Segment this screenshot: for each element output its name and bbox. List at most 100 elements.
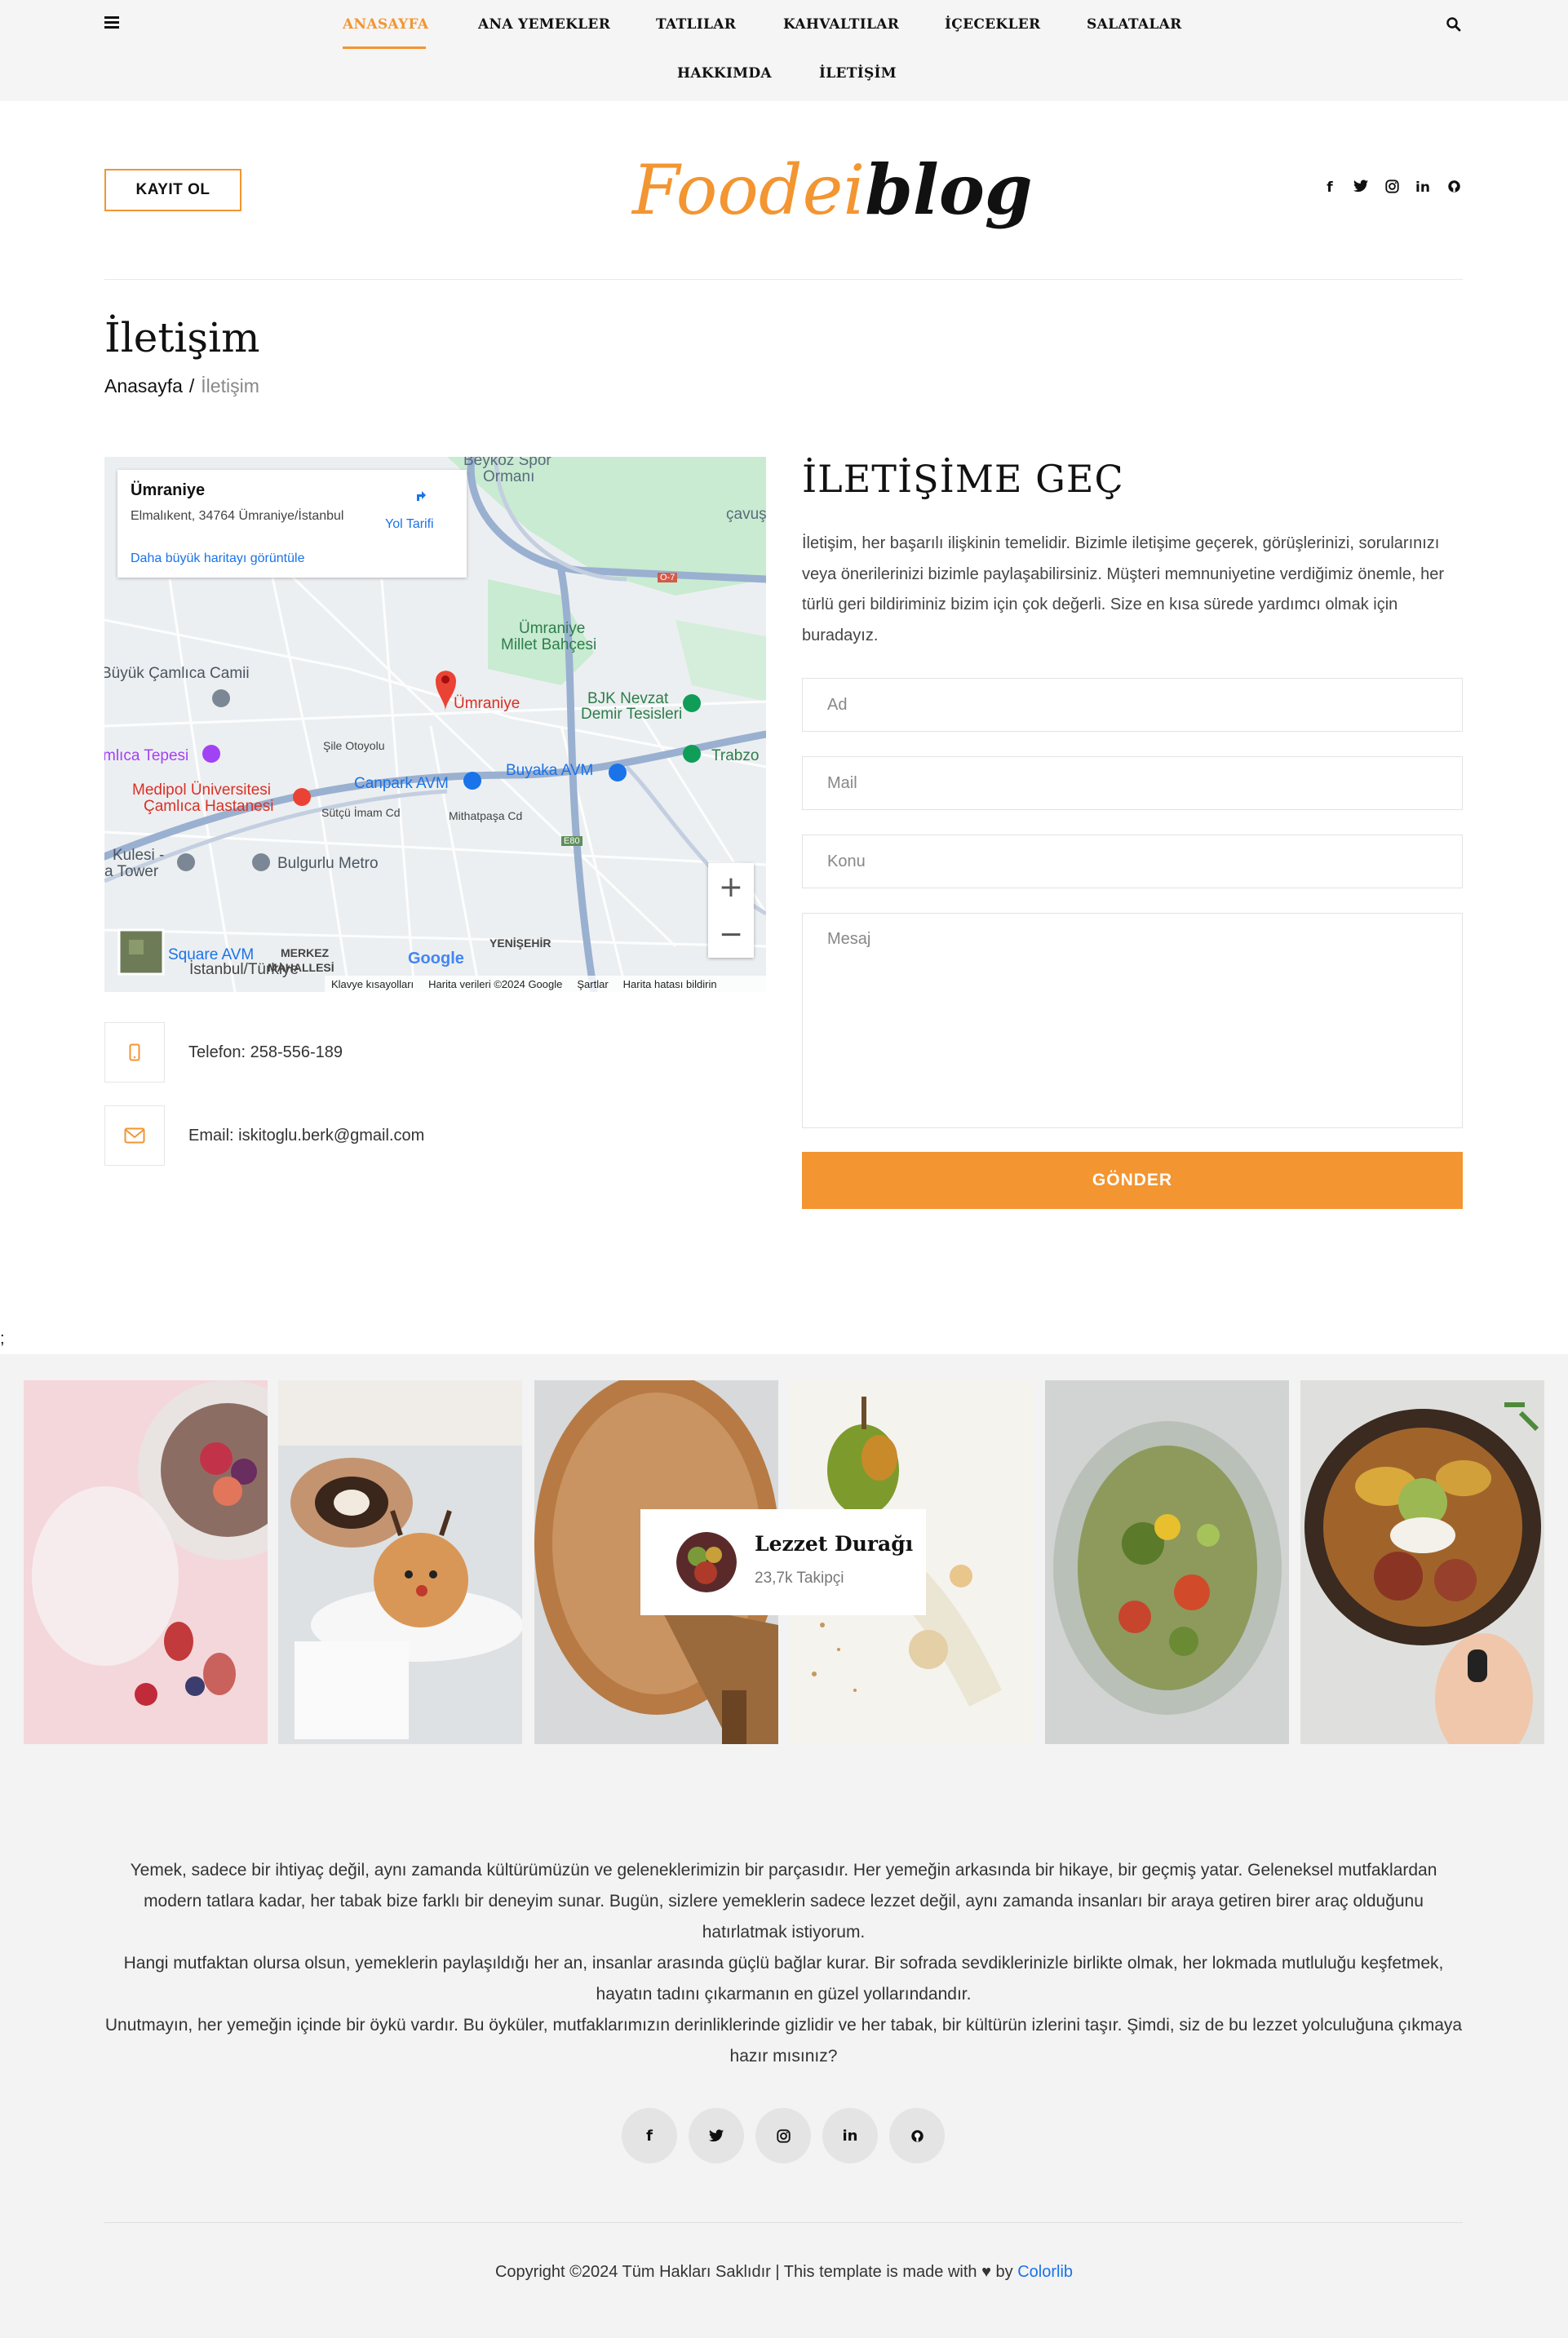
instagram-follow-card[interactable]: Lezzet Durağı 23,7k Takipçi [640,1509,926,1615]
hamburger-icon[interactable] [104,16,119,29]
logo-part-blog: blog [865,149,1033,230]
facebook-icon[interactable]: f [1322,179,1338,197]
instagram-photo-6[interactable] [1300,1380,1544,1744]
terms-link[interactable]: Şartlar [577,978,608,990]
map-label-medipol2: Çamlıca Hastanesi [144,798,274,815]
contact-email: Email: iskitoglu.berk@gmail.com [188,1127,425,1145]
phone-icon-box [104,1022,165,1083]
map-label-cavus: çavuş [726,506,766,523]
instagram-icon[interactable] [1384,179,1400,197]
name-field[interactable]: Ad [802,678,1463,732]
map-label-merkez1: MERKEZ [281,946,330,959]
copyright-by: by [990,2263,1018,2281]
map-label-bjk2: Demir Tesisleri [581,706,683,723]
submit-button[interactable]: GÖNDER [802,1152,1463,1209]
site-logo[interactable]: Foodeiblog [632,145,1033,235]
nav-item-kahvaltilar[interactable]: KAHVALTILAR [783,16,899,33]
footer-about-text: Yemek, sadece bir ihtiyaç değil, aynı za… [104,1855,1463,2072]
map-label-millet1: Ümraniye [519,620,586,637]
map-label-merkez2: MAHALLESİ [268,961,334,974]
twitter-icon[interactable] [689,2108,744,2163]
contact-form-title: İLETİŞİME GEÇ [802,457,1124,501]
colorlib-link[interactable]: Colorlib [1017,2263,1073,2281]
nav-item-salatalar[interactable]: SALATALAR [1087,16,1182,33]
nav-item-anasayfa[interactable]: ANASAYFA [343,16,428,33]
contact-phone: Telefon: 258-556-189 [188,1043,343,1061]
register-button[interactable]: KAYIT OL [104,169,241,211]
zoom-in-button[interactable]: + [708,863,754,910]
directions-icon[interactable] [407,483,432,507]
search-icon[interactable] [1446,16,1462,33]
breadcrumb-current: İletişim [201,375,259,396]
map-label-millet2: Millet Bahçesi [501,636,597,653]
instagram-photo-5[interactable] [1045,1380,1289,1744]
active-nav-underline [343,46,426,49]
mail-field[interactable]: Mail [802,756,1463,810]
footer-paragraph-3: Unutmayın, her yemeğin içinde bir öykü v… [104,2016,1463,2066]
map-pin-label: Ümraniye [454,695,520,712]
larger-map-link[interactable]: Daha büyük haritayı görüntüle [131,551,304,566]
copyright: Copyright ©2024 Tüm Hakları Saklıdır | T… [0,2263,1568,2282]
map-zoom-controls: + − [708,863,754,958]
map-label-trabzon: Trabzo [711,747,760,764]
map-label-e80: E80 [561,836,582,846]
map-label-canpark: Canpark AVM [354,775,449,792]
map-label-kulesi2: a Tower [104,863,159,880]
instagram-photo-2[interactable] [278,1380,522,1744]
breadcrumb-separator: / [188,375,195,396]
footer-divider [104,2222,1463,2223]
header-social-links: f in [1322,179,1462,197]
instagram-followers: 23,7k Takipçi [755,1570,844,1587]
github-icon[interactable] [1446,179,1462,197]
top-navigation: ANASAYFA ANA YEMEKLER TATLILAR KAHVALTIL… [0,0,1568,101]
map-label-sile: Şile Otoyolu [323,739,385,752]
contact-form-description: İletişim, her başarılı ilişkinin temelid… [802,534,1444,644]
map-place-name: Ümraniye [131,481,206,499]
message-field[interactable]: Mesaj [802,913,1463,1128]
map-footer: Klavye kısayolları Harita verileri ©2024… [325,976,766,992]
footer-social-links: f in [622,2108,945,2163]
map-place-card: Ümraniye Elmalıkent, 34764 Ümraniye/İsta… [117,470,467,578]
map-label-mithatpasa: Mithatpaşa Cd [449,809,523,822]
breadcrumb-home-link[interactable]: Anasayfa [104,375,183,396]
linkedin-icon[interactable]: in [1415,179,1431,197]
github-icon[interactable] [889,2108,945,2163]
subject-field[interactable]: Konu [802,835,1463,888]
breadcrumb: Anasayfa / İletişim [104,375,259,397]
map-label-yenisehir: YENİŞEHİR [489,937,551,950]
map-label-kulesi1: Kulesi - [113,847,165,864]
map-label-medipol1: Medipol Üniversitesi [132,782,272,799]
map-label-tepesi: mlıca Tepesi [104,747,189,764]
nav-item-ana-yemekler[interactable]: ANA YEMEKLER [478,16,610,33]
map-label-camlica: Büyük Çamlıca Camii [104,665,250,682]
map-label-ormani: Ormanı [483,468,535,485]
map-label-sutcu: Sütçü İmam Cd [321,806,401,819]
linkedin-icon[interactable]: in [822,2108,878,2163]
instagram-photo-1[interactable] [24,1380,268,1744]
footer-paragraph-1: Yemek, sadece bir ihtiyaç değil, aynı za… [130,1861,1437,1942]
facebook-icon[interactable]: f [622,2108,677,2163]
nav-item-tatlilar[interactable]: TATLILAR [656,16,736,33]
footer-paragraph-2: Hangi mutfaktan olursa olsun, yemeklerin… [123,1954,1444,2004]
envelope-icon [124,1127,145,1144]
copyright-text: Copyright ©2024 Tüm Hakları Saklıdır | T… [494,2263,982,2281]
header-divider [104,279,1463,280]
map-label-buyaka: Buyaka AVM [506,762,594,779]
nav-item-iletisim[interactable]: İLETİŞİM [819,65,897,82]
keyboard-shortcuts-link[interactable]: Klavye kısayolları [331,978,414,990]
map-label-bulgurlu: Bulgurlu Metro [277,855,379,872]
instagram-icon[interactable] [755,2108,811,2163]
google-map[interactable]: Beykoz Spor Ormanı çavuş Ümraniye Millet… [104,457,766,992]
directions-link[interactable]: Yol Tarifi [385,517,434,532]
phone-icon [129,1043,140,1061]
heart-icon: ♥ [981,2263,991,2281]
stray-semicolon: ; [0,1330,5,1348]
nav-item-icecekler[interactable]: İÇECEKLER [945,16,1040,33]
zoom-out-button[interactable]: − [708,910,754,958]
instagram-avatar [676,1532,737,1592]
nav-item-hakkimda[interactable]: HAKKIMDA [677,65,772,82]
google-logo: Google [408,950,464,968]
report-error-link[interactable]: Harita hatası bildirin [623,978,717,990]
twitter-icon[interactable] [1353,179,1369,197]
page-title: İletişim [104,314,260,361]
